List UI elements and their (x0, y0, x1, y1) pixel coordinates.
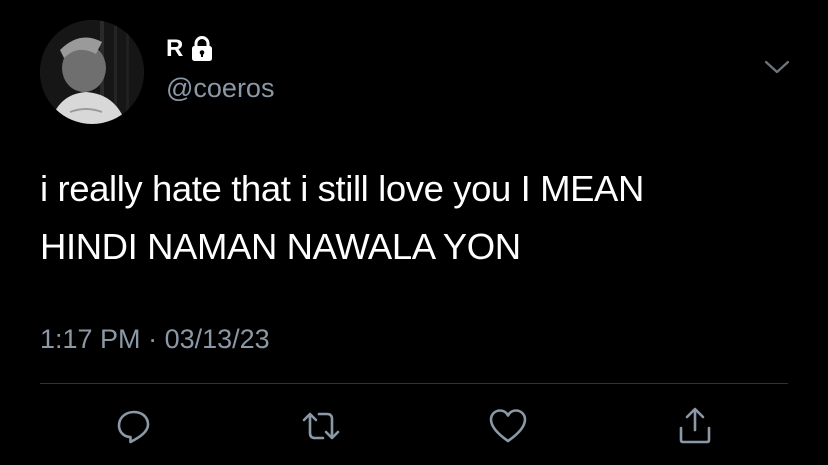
tweet-card: R @coeros i really hate that i still lov… (0, 0, 828, 465)
share-button[interactable] (673, 404, 717, 448)
reply-icon (117, 410, 150, 444)
lock-icon (192, 36, 212, 61)
profile-photo-icon (40, 20, 144, 124)
user-handle[interactable]: @coeros (166, 72, 274, 104)
tweet-time: 1:17 PM (40, 324, 141, 354)
timestamp-separator: · (148, 324, 158, 354)
reply-button[interactable] (112, 404, 156, 448)
divider (40, 383, 788, 384)
like-button[interactable] (486, 404, 530, 448)
tweet-timestamp[interactable]: 1:17 PM · 03/13/23 (40, 322, 270, 356)
tweet-date: 03/13/23 (164, 324, 270, 354)
avatar[interactable] (40, 20, 144, 124)
display-name[interactable]: R (166, 36, 184, 62)
retweet-icon (302, 412, 340, 440)
tweet-text: i really hate that i still love you I ME… (40, 168, 644, 267)
retweet-button[interactable] (299, 404, 343, 448)
chevron-down-icon[interactable] (762, 56, 792, 78)
share-icon (679, 407, 711, 444)
like-icon (489, 409, 527, 443)
